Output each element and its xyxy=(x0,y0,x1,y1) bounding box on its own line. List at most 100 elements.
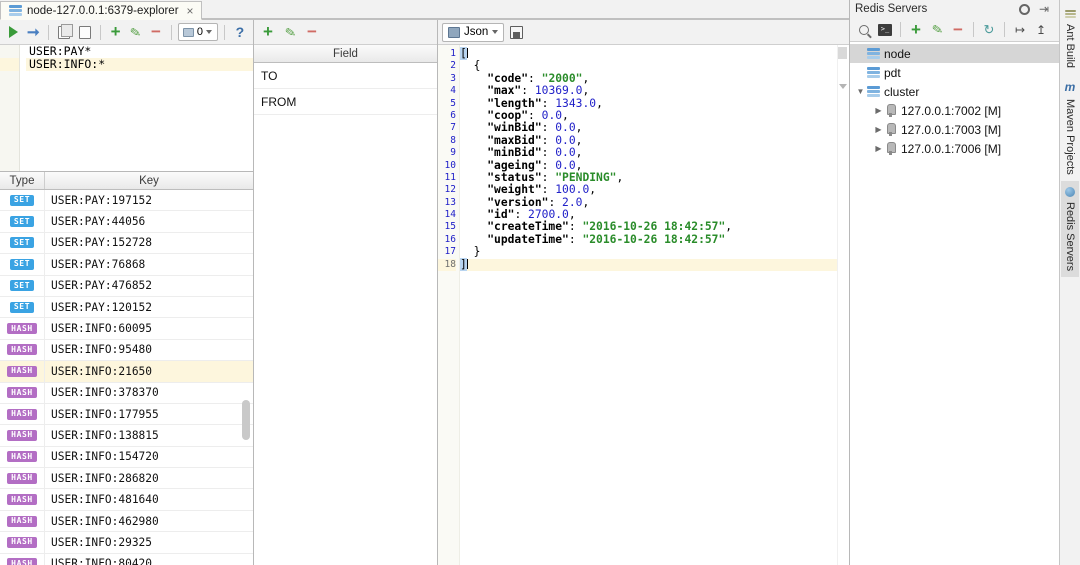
scrollbar-thumb[interactable] xyxy=(242,400,250,440)
table-row[interactable]: HASHUSER:INFO:80420 xyxy=(0,554,253,565)
pattern-line-empty[interactable] xyxy=(26,84,253,97)
pattern-line-empty[interactable] xyxy=(26,123,253,136)
table-row[interactable]: HASHUSER:INFO:154720 xyxy=(0,447,253,468)
save-value-button[interactable] xyxy=(506,22,526,42)
scroll-down-icon[interactable] xyxy=(839,84,847,89)
pattern-lines[interactable]: USER:PAY*USER:INFO:* xyxy=(20,45,253,171)
database-selector[interactable]: 0 xyxy=(178,23,218,41)
code-line[interactable]: ] xyxy=(460,259,837,271)
table-row[interactable]: SETUSER:PAY:120152 xyxy=(0,297,253,318)
table-row[interactable]: HASHUSER:INFO:60095 xyxy=(0,318,253,339)
list-item[interactable]: FROM xyxy=(254,89,437,115)
key-name-cell: USER:INFO:138815 xyxy=(45,429,253,442)
table-row[interactable]: HASHUSER:INFO:378370 xyxy=(0,383,253,404)
json-scrollbar[interactable] xyxy=(837,45,849,565)
chevron-down-icon[interactable]: ▼ xyxy=(854,87,867,96)
search-icon[interactable] xyxy=(854,20,874,40)
chevron-right-icon[interactable]: ▶ xyxy=(872,144,885,153)
remove-key-button[interactable]: − xyxy=(147,22,165,42)
table-row[interactable]: HASHUSER:INFO:286820 xyxy=(0,468,253,489)
key-name-cell: USER:INFO:29325 xyxy=(45,536,253,549)
collapse-all-icon[interactable]: ↥ xyxy=(1031,20,1051,40)
edit-field-button[interactable]: ✎ xyxy=(280,22,300,42)
code-line[interactable]: [ xyxy=(460,48,837,60)
tool-tab-ant-build[interactable]: Ant Build xyxy=(1061,4,1079,74)
json-value-editor[interactable]: 123456789101112131415161718 [ { "code": … xyxy=(438,45,849,565)
status-badge: HASH xyxy=(7,537,37,548)
table-row[interactable]: HASHUSER:INFO:462980 xyxy=(0,511,253,532)
value-format-selector[interactable]: Json xyxy=(442,23,504,42)
paste-button[interactable] xyxy=(75,22,93,42)
pattern-gutter-line xyxy=(0,123,19,136)
table-row[interactable]: HASHUSER:INFO:481640 xyxy=(0,489,253,510)
code-token: : xyxy=(548,196,562,209)
redis-servers-tree[interactable]: nodepdt▼cluster▶127.0.0.1:7002 [M]▶127.0… xyxy=(850,42,1059,565)
pattern-line-empty[interactable] xyxy=(26,110,253,123)
add-key-button[interactable]: + xyxy=(107,22,125,42)
execute-button[interactable]: ➞ xyxy=(24,22,42,42)
table-row[interactable]: HASHUSER:INFO:177955 xyxy=(0,404,253,425)
key-list-scrollbar[interactable] xyxy=(241,190,251,565)
pattern-line[interactable]: USER:INFO:* xyxy=(26,58,253,71)
add-field-button[interactable]: + xyxy=(258,22,278,42)
edit-server-icon[interactable]: ✎ xyxy=(927,20,947,40)
chevron-right-icon[interactable]: ▶ xyxy=(872,106,885,115)
list-item[interactable]: TO xyxy=(254,63,437,89)
code-line[interactable]: } xyxy=(460,246,837,258)
console-icon[interactable]: >_ xyxy=(875,20,895,40)
pattern-line-empty[interactable] xyxy=(26,97,253,110)
table-row[interactable]: HASHUSER:INFO:21650 xyxy=(0,361,253,382)
json-code[interactable]: [ { "code": "2000", "max": 10369.0, "len… xyxy=(460,45,837,565)
edit-key-button[interactable]: ✎ xyxy=(127,22,145,42)
code-token: , xyxy=(576,159,583,172)
help-button[interactable]: ? xyxy=(231,22,249,42)
copy-button[interactable] xyxy=(55,22,73,42)
column-header-key[interactable]: Key xyxy=(45,172,253,189)
field-list[interactable]: TOFROM xyxy=(254,63,437,565)
run-button[interactable] xyxy=(4,22,22,42)
refresh-icon[interactable]: ↻ xyxy=(979,20,999,40)
code-line[interactable]: "updateTime": "2016-10-26 18:42:57" xyxy=(460,234,837,246)
tool-tab-redis-servers[interactable]: Redis Servers xyxy=(1061,181,1079,277)
pattern-line-empty[interactable] xyxy=(26,136,253,149)
table-row[interactable]: HASH USER:INFO:29325 xyxy=(0,532,253,553)
table-row[interactable]: SETUSER:PAY:197152 xyxy=(0,190,253,211)
close-icon[interactable]: × xyxy=(187,5,194,17)
code-token: : xyxy=(542,171,556,184)
pattern-gutter-line xyxy=(0,58,19,71)
table-row[interactable]: SETUSER:PAY:152728 xyxy=(0,233,253,254)
tool-tab-maven-projects[interactable]: mMaven Projects xyxy=(1061,74,1079,181)
chevron-right-icon[interactable]: ▶ xyxy=(872,125,885,134)
key-type-cell: HASH xyxy=(0,404,45,424)
scrollbar-thumb[interactable] xyxy=(838,47,847,59)
tree-item-node[interactable]: node xyxy=(850,44,1059,63)
key-name-cell: USER:INFO:80420 xyxy=(45,557,253,565)
column-header-type[interactable]: Type xyxy=(0,172,45,189)
table-row[interactable]: SETUSER:PAY:476852 xyxy=(0,276,253,297)
column-header-field[interactable]: Field xyxy=(254,45,437,62)
pattern-line-empty[interactable] xyxy=(26,71,253,84)
tree-item-127-0-0-1-7006-m-[interactable]: ▶127.0.0.1:7006 [M] xyxy=(850,139,1059,158)
key-pattern-editor[interactable]: USER:PAY*USER:INFO:* xyxy=(0,45,253,172)
remove-server-icon[interactable]: − xyxy=(948,20,968,40)
key-name-cell: USER:INFO:154720 xyxy=(45,450,253,463)
key-list[interactable]: SETUSER:PAY:197152SETUSER:PAY:44056SETUS… xyxy=(0,190,253,565)
table-row[interactable]: HASHUSER:INFO:95480 xyxy=(0,340,253,361)
tree-item-cluster[interactable]: ▼cluster xyxy=(850,82,1059,101)
expand-all-icon[interactable]: ↦ xyxy=(1010,20,1030,40)
tree-item-pdt[interactable]: pdt xyxy=(850,63,1059,82)
remove-field-button[interactable]: − xyxy=(302,22,322,42)
key-type-cell: HASH xyxy=(0,318,45,338)
table-row[interactable]: HASHUSER:INFO:138815 xyxy=(0,425,253,446)
tree-item-127-0-0-1-7003-m-[interactable]: ▶ 127.0.0.1:7003 [M] xyxy=(850,120,1059,139)
tree-item-label: 127.0.0.1:7003 [M] xyxy=(901,123,1001,137)
add-server-icon[interactable]: + xyxy=(906,20,926,40)
editor-tab-node-explorer[interactable]: node-127.0.0.1:6379-explorer × xyxy=(0,1,202,20)
pattern-line-empty[interactable] xyxy=(26,149,253,162)
settings-gear-icon[interactable] xyxy=(1014,0,1034,19)
hide-panel-icon[interactable]: ⇥ xyxy=(1034,0,1054,19)
table-row[interactable]: SETUSER:PAY:76868 xyxy=(0,254,253,275)
tree-item-127-0-0-1-7002-m-[interactable]: ▶127.0.0.1:7002 [M] xyxy=(850,101,1059,120)
table-row[interactable]: SETUSER:PAY:44056 xyxy=(0,211,253,232)
key-type-cell: SET xyxy=(0,190,45,210)
